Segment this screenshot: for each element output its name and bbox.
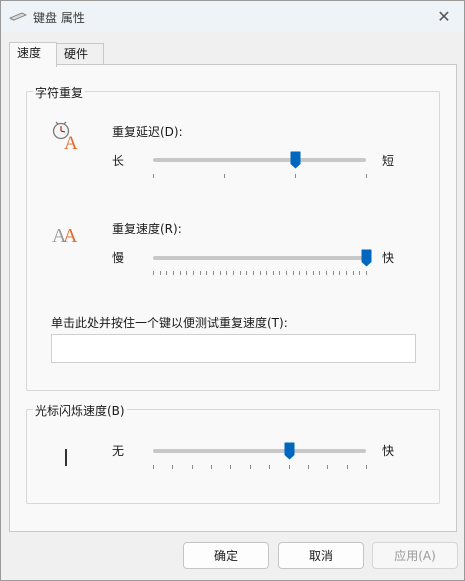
slider-tick <box>286 271 287 275</box>
tab-panel-speed: 字符重复 A 重复延迟(D): 长 短 A A 重复速度(R): 慢 快 单击此… <box>9 64 457 532</box>
slider-tick <box>153 271 154 275</box>
cancel-button[interactable]: 取消 <box>278 542 364 569</box>
keyboard-properties-window: 键盘 属性 ✕ 速度 硬件 字符重复 A 重复延迟(D): 长 短 A A 重复… <box>0 0 465 581</box>
slider-tick <box>211 465 212 469</box>
slider-tick <box>339 271 340 275</box>
slider-tick <box>250 465 251 469</box>
slider-tick <box>319 271 320 275</box>
repeat-rate-icon: A A <box>52 225 78 246</box>
slider-tick <box>269 465 270 469</box>
close-icon: ✕ <box>437 7 451 26</box>
slider-tick <box>306 271 307 275</box>
slider-tick <box>246 271 247 275</box>
slider-tick <box>193 271 194 275</box>
slider-tick <box>347 465 348 469</box>
close-button[interactable]: ✕ <box>424 1 464 32</box>
slider-tick <box>253 271 254 275</box>
slider-tick <box>180 271 181 275</box>
slider-tick <box>366 271 367 275</box>
slider-tick <box>173 271 174 275</box>
slider-tick <box>230 465 231 469</box>
slider-tick <box>299 271 300 275</box>
slider-tick <box>353 271 354 275</box>
repeat-rate-max-label: 快 <box>382 251 395 265</box>
slider-tick <box>273 271 274 275</box>
tab-speed[interactable]: 速度 <box>9 42 57 67</box>
slider-tick <box>192 465 193 469</box>
character-repeat-title: 字符重复 <box>33 84 86 101</box>
repeat-delay-icon: A <box>52 121 78 150</box>
slider-tick <box>200 271 201 275</box>
keyboard-icon <box>9 12 27 21</box>
repeat-delay-min-label: 长 <box>112 154 125 168</box>
svg-text:A: A <box>64 133 78 150</box>
slider-tick <box>220 271 221 275</box>
repeat-rate-min-label: 慢 <box>112 251 125 265</box>
repeat-test-label: 单击此处并按住一个键以便测试重复速度(T): <box>51 316 288 330</box>
repeat-delay-ticks <box>153 174 367 178</box>
svg-text:A: A <box>63 225 78 246</box>
cursor-blink-title: 光标闪烁速度(B) <box>33 402 127 419</box>
slider-tick <box>260 271 261 275</box>
slider-tick <box>166 271 167 275</box>
slider-tick <box>240 271 241 275</box>
slider-tick <box>326 271 327 275</box>
slider-tick <box>206 271 207 275</box>
cursor-blink-slider[interactable] <box>284 442 295 460</box>
slider-tick <box>213 271 214 275</box>
slider-tick <box>346 271 347 275</box>
repeat-rate-label: 重复速度(R): <box>112 222 182 236</box>
slider-tick <box>160 271 161 275</box>
window-title: 键盘 属性 <box>33 11 85 25</box>
slider-tick <box>366 465 367 469</box>
cursor-blink-group: 光标闪烁速度(B) 无 快 <box>26 402 440 504</box>
slider-tick <box>333 271 334 275</box>
repeat-rate-slider[interactable] <box>361 249 372 267</box>
slider-tick <box>313 271 314 275</box>
repeat-test-input[interactable] <box>51 334 416 363</box>
slider-tick <box>186 271 187 275</box>
slider-tick <box>293 271 294 275</box>
cursor-blink-min-label: 无 <box>112 444 125 458</box>
repeat-delay-track <box>153 158 366 162</box>
blinking-cursor-preview <box>65 449 67 466</box>
slider-tick <box>233 271 234 275</box>
slider-tick <box>153 465 154 469</box>
title-bar: 键盘 属性 ✕ <box>1 1 464 32</box>
cursor-blink-track <box>153 449 366 453</box>
repeat-delay-label: 重复延迟(D): <box>112 125 183 139</box>
slider-tick <box>226 271 227 275</box>
tab-hardware[interactable]: 硬件 <box>56 43 104 65</box>
slider-tick <box>172 465 173 469</box>
slider-tick <box>295 174 296 178</box>
slider-tick <box>366 174 367 178</box>
slider-tick <box>308 465 309 469</box>
slider-tick <box>153 174 154 178</box>
slider-tick <box>224 174 225 178</box>
slider-tick <box>289 465 290 469</box>
character-repeat-group: 字符重复 A 重复延迟(D): 长 短 A A 重复速度(R): 慢 快 单击此… <box>26 84 440 391</box>
repeat-delay-max-label: 短 <box>382 154 395 168</box>
slider-tick <box>359 271 360 275</box>
cursor-blink-ticks <box>153 465 367 469</box>
repeat-delay-slider[interactable] <box>290 151 301 169</box>
repeat-rate-ticks <box>153 271 367 275</box>
slider-tick <box>279 271 280 275</box>
apply-button[interactable]: 应用(A) <box>372 542 458 569</box>
slider-tick <box>327 465 328 469</box>
cursor-blink-max-label: 快 <box>382 444 395 458</box>
repeat-rate-track <box>153 256 366 260</box>
slider-tick <box>266 271 267 275</box>
ok-button[interactable]: 确定 <box>183 542 269 569</box>
